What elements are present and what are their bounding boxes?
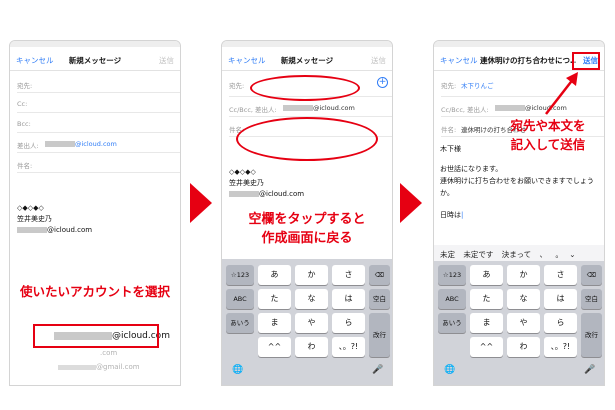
highlight-selected-account [33,324,159,348]
callout-select-account: 使いたいアカウントを選択 [19,284,170,299]
key-ha[interactable]: は [544,289,577,309]
candidate-item[interactable]: 未定です [463,249,493,260]
key-a[interactable]: あ [258,265,291,285]
pointer-arrow-line [545,77,575,115]
key-sa[interactable]: さ [544,265,577,285]
redacted-block [58,364,96,370]
redacted-block [283,105,313,111]
key-return[interactable]: 改行 [581,313,602,357]
key-dakuten[interactable]: ^^ [258,337,291,357]
from-value: @icloud.com [45,140,117,148]
key-ka[interactable]: か [295,265,328,285]
globe-icon[interactable]: 🌐 [444,365,455,375]
candidate-item[interactable]: 決まって [502,249,531,260]
send-button[interactable]: 送信 [159,55,174,66]
microphone-icon[interactable]: 🎤 [584,365,595,375]
key-punctuation[interactable]: 、。?! [332,337,365,357]
cancel-button[interactable]: キャンセル [440,55,478,66]
key-wa[interactable]: わ [295,337,328,357]
compose-nav-bar: キャンセル 新規メッセージ 送信 [222,49,392,71]
text-cursor: | [461,211,464,219]
signature: ◇◆◇◆◇ 笠井美史乃 @icloud.com [17,204,93,234]
pointer-arrow-head [566,72,578,86]
key-ma[interactable]: ま [258,313,291,333]
key-ya[interactable]: や [507,313,540,333]
bcc-field[interactable]: Bcc: [17,113,180,133]
signature: ◇◆◇◆◇ 笠井美史乃 @icloud.com [229,168,305,198]
backspace-icon[interactable]: ⌫ [369,265,390,285]
pointer-arrow [545,72,578,115]
key-ka[interactable]: か [507,265,540,285]
add-contact-icon[interactable]: + [377,77,388,88]
key-abc[interactable]: ABC [438,289,466,309]
candidate-bar: 未定 未定です 決まって 、 。 ⌄ [434,245,604,261]
subject-field[interactable]: 件名: [17,153,180,173]
compose-nav-bar: キャンセル 新規メッセージ 送信 [10,49,180,71]
key-numbers[interactable]: ☆123 [438,265,466,285]
compose-title: 新規メッセージ [280,56,334,65]
key-ta[interactable]: た [470,289,503,309]
candidate-item[interactable]: 未定 [440,249,455,260]
step-arrow-1 [190,183,212,223]
backspace-icon[interactable]: ⌫ [581,265,602,285]
chevron-down-icon[interactable]: ⌄ [569,250,575,259]
key-space[interactable]: 空白 [369,289,390,309]
japanese-keyboard: 未定 未定です 決まって 、 。 ⌄ ☆123 あ か さ ⌫ ABC た な … [434,245,604,385]
key-a[interactable]: あ [470,265,503,285]
from-field[interactable]: 差出人: @icloud.com [17,133,180,153]
message-body[interactable]: 木下様 お世話になります。 連休明けに打ち合わせをお願いできますでしょうか。 日… [440,143,596,221]
key-aiu[interactable]: あいう [438,313,466,333]
key-numbers[interactable]: ☆123 [226,265,254,285]
key-ra[interactable]: ら [544,313,577,333]
japanese-keyboard: ☆123 あ か さ ⌫ ABC た な は 空白 あいう ま や ら 改行 ^… [222,259,392,385]
microphone-icon[interactable]: 🎤 [372,365,383,375]
globe-icon[interactable]: 🌐 [232,365,243,375]
from-value: @icloud.com [283,104,355,112]
key-ma[interactable]: ま [470,313,503,333]
highlight-subject-field [236,117,378,161]
redacted-block [17,227,47,233]
redacted-block [45,141,75,147]
candidate-item[interactable]: 。 [555,249,563,260]
key-punctuation[interactable]: 、。?! [544,337,577,357]
redacted-block [229,191,259,197]
key-na[interactable]: な [295,289,328,309]
send-button[interactable]: 送信 [371,55,386,66]
to-field[interactable]: 宛先: [17,73,180,93]
key-abc[interactable]: ABC [226,289,254,309]
key-aiu[interactable]: あいう [226,313,254,333]
key-sa[interactable]: さ [332,265,365,285]
highlight-to-field [250,75,360,101]
key-wa[interactable]: わ [507,337,540,357]
to-value: 木下りんご [461,82,494,90]
key-space[interactable]: 空白 [581,289,602,309]
compose-title: 連休明けの打ち合わせにつ… [480,56,576,65]
candidate-item[interactable]: 、 [540,249,548,260]
key-na[interactable]: な [507,289,540,309]
callout-enter-send: 宛先や本文を 記入して送信 [510,118,586,152]
picker-option-other[interactable]: .com [100,349,180,357]
key-ta[interactable]: た [258,289,291,309]
key-ha[interactable]: は [332,289,365,309]
key-dakuten[interactable]: ^^ [470,337,503,357]
step-arrow-2 [400,183,422,223]
picker-option-gmail[interactable]: @gmail.com [58,363,180,371]
callout-tap-blank: 空欄をタップすると 作成画面に戻る [248,212,366,246]
key-ra[interactable]: ら [332,313,365,333]
cc-field[interactable]: Cc: [17,93,180,113]
key-return[interactable]: 改行 [369,313,390,357]
redacted-block [495,105,525,111]
key-ya[interactable]: や [295,313,328,333]
compose-title: 新規メッセージ [68,56,122,65]
